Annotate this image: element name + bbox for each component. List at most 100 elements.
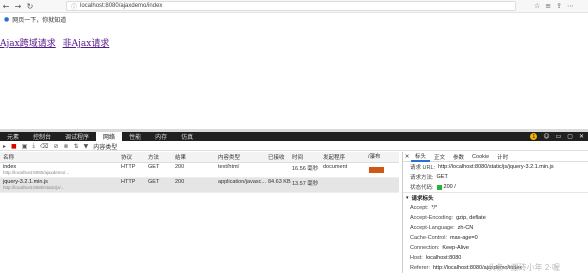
tab-headers[interactable]: 标头	[411, 152, 431, 162]
tab-timing[interactable]: 计时	[493, 152, 512, 162]
more-icon[interactable]: ⋯	[567, 2, 574, 10]
header-key: Accept:	[410, 205, 429, 211]
col-method[interactable]: 方法	[148, 153, 175, 161]
reading-list-icon[interactable]: ≡	[545, 2, 551, 10]
request-method-line: 请求方法: GET	[403, 172, 588, 182]
record-icon[interactable]: ■	[11, 143, 17, 150]
col-content-type[interactable]: 内容类型	[218, 153, 268, 161]
tab-elements[interactable]: 元素	[0, 132, 26, 141]
dock-icon[interactable]: ▭	[556, 133, 562, 140]
tab-body[interactable]: 正文	[430, 152, 449, 162]
status-code-line: 状态代码: 200 /	[403, 182, 588, 192]
request-headers-section[interactable]: ▾ 请求标头	[403, 192, 588, 203]
feedback-icon[interactable]: ☺	[543, 133, 549, 140]
favorite-icon[interactable]: ☆	[534, 2, 540, 10]
tab-params[interactable]: 参数	[449, 152, 468, 162]
table-header: 名称 协议 方法 结果 内容类型 已接收 时间 发起程序 /瀑布	[0, 152, 399, 163]
address-bar[interactable]: ⓘ localhost:8080/ajaxdemo/index	[66, 1, 516, 11]
header-value: zh-CN	[457, 225, 474, 231]
header-value: max-age=0	[450, 235, 478, 241]
col-result[interactable]: 结果	[175, 153, 218, 161]
request-result: 200	[175, 164, 185, 170]
tab-debugger[interactable]: 调试程序	[58, 132, 96, 141]
header-key: Cache-Control:	[410, 235, 447, 241]
save-icon[interactable]: ▣	[22, 143, 28, 150]
tab-performance[interactable]: 性能	[122, 132, 148, 141]
filter-icon[interactable]: ▼	[84, 143, 89, 150]
header-value: Keep-Alive	[442, 245, 469, 251]
tab-network[interactable]: 网络	[96, 132, 123, 141]
back-icon[interactable]: ←	[0, 0, 12, 12]
header-key: Connection:	[410, 245, 440, 251]
clear-cache-icon[interactable]: ⊘	[54, 143, 59, 150]
request-result: 200	[175, 179, 185, 185]
close-devtools-icon[interactable]: ✕	[579, 133, 584, 140]
request-method-value: GET	[436, 174, 448, 180]
request-protocol: HTTP	[121, 179, 136, 185]
request-method: GET	[148, 164, 160, 170]
header-line: Accept-Language: zh-CN	[403, 223, 588, 233]
request-method-label: 请求方法:	[410, 175, 434, 181]
col-protocol[interactable]: 协议	[121, 153, 148, 161]
header-value: localhost:8080	[425, 255, 462, 261]
request-time: 13.57 毫秒	[292, 181, 319, 187]
tab-emulation[interactable]: 仿真	[174, 132, 200, 141]
request-details-panel: ✕ 标头 正文 参数 Cookie 计时 请求 URL: http://loca…	[402, 152, 588, 273]
play-icon[interactable]: ▸	[3, 143, 6, 150]
throttle-icon[interactable]: ⇅	[74, 143, 79, 150]
header-key: Accept-Encoding:	[410, 215, 454, 221]
tab-console[interactable]: 控制台	[26, 132, 58, 141]
address-url: localhost:8080/ajaxdemo/index	[80, 3, 163, 9]
request-protocol: HTTP	[121, 164, 136, 170]
details-tabs: ✕ 标头 正文 参数 Cookie 计时	[403, 152, 588, 162]
clear-cookies-icon[interactable]: ⊗	[64, 143, 69, 150]
status-ok-icon	[436, 184, 442, 190]
col-name[interactable]: 名称	[0, 153, 121, 161]
undock-icon[interactable]: ▢	[567, 133, 573, 140]
col-waterfall[interactable]: /瀑布	[368, 152, 399, 162]
request-received: 84.63 KB	[268, 179, 291, 185]
status-code-value: 200 /	[443, 184, 456, 190]
header-value: */*	[431, 205, 438, 211]
request-url-label: 请求 URL:	[410, 165, 436, 171]
header-value: gzip, deflate	[456, 215, 486, 221]
network-controls: ▸ ■ ▣ ⤓ ⌫ ⊘ ⊗ ⇅ ▼ 内容类型	[0, 142, 588, 151]
refresh-icon[interactable]: ↻	[24, 0, 36, 12]
non-ajax-link[interactable]: 非Ajax请求	[63, 39, 110, 49]
request-url-line: 请求 URL: http://localhost:8080/static/js/…	[403, 162, 588, 172]
devtools-tabs: 元素 控制台 调试程序 网络 性能 内存 仿真 1 ☺ ▭ ▢ ✕	[0, 132, 588, 141]
request-initiator: document	[323, 164, 348, 170]
page-content: Ajax跨域请求 非Ajax请求	[0, 36, 113, 49]
watermark: 头条 / 搬砖小年 2·喔	[488, 263, 561, 272]
warning-icon[interactable]: 1	[530, 133, 538, 140]
bookmark-item[interactable]: 网页一下，你就知道	[12, 15, 66, 24]
import-icon[interactable]: ⤓	[32, 142, 35, 150]
request-path: http://localhost:8080/static/js/...	[3, 185, 65, 190]
info-icon: ⓘ	[71, 3, 78, 11]
status-code-label: 状态代码:	[410, 185, 434, 191]
col-received[interactable]: 已接收	[268, 153, 292, 161]
header-line: Connection: Keep-Alive	[403, 243, 588, 253]
collapse-icon: ▾	[406, 195, 409, 201]
request-time: 16.56 毫秒	[292, 166, 319, 172]
clear-icon[interactable]: ⌫	[40, 143, 48, 150]
ajax-cross-domain-link[interactable]: Ajax跨域请求	[0, 39, 56, 49]
share-icon[interactable]: ⇪	[556, 2, 562, 10]
header-key: Referer:	[410, 265, 430, 271]
browser-toolbar: ← → ↻ ⓘ localhost:8080/ajaxdemo/index ☆ …	[0, 0, 588, 13]
bookmarks-bar: ● 网页一下，你就知道	[0, 14, 588, 24]
col-initiator[interactable]: 发起程序	[323, 153, 368, 161]
tab-memory[interactable]: 内存	[148, 132, 174, 141]
header-line: Cache-Control: max-age=0	[403, 233, 588, 243]
header-line: Accept-Encoding: gzip, deflate	[403, 213, 588, 223]
close-details-icon[interactable]: ✕	[403, 154, 411, 160]
header-line: Accept: */*	[403, 203, 588, 213]
forward-icon[interactable]: →	[12, 0, 24, 12]
tab-cookie[interactable]: Cookie	[468, 152, 493, 162]
header-key: Host:	[410, 255, 423, 261]
table-row[interactable]: index http://localhost:8080/ajaxdemo/...…	[0, 163, 399, 178]
table-row[interactable]: jquery-3.2.1.min.js http://localhost:808…	[0, 178, 399, 193]
content-type-filter[interactable]: 内容类型	[93, 142, 117, 151]
request-path: http://localhost:8080/ajaxdemo/...	[3, 170, 70, 175]
col-time[interactable]: 时间	[292, 153, 323, 161]
